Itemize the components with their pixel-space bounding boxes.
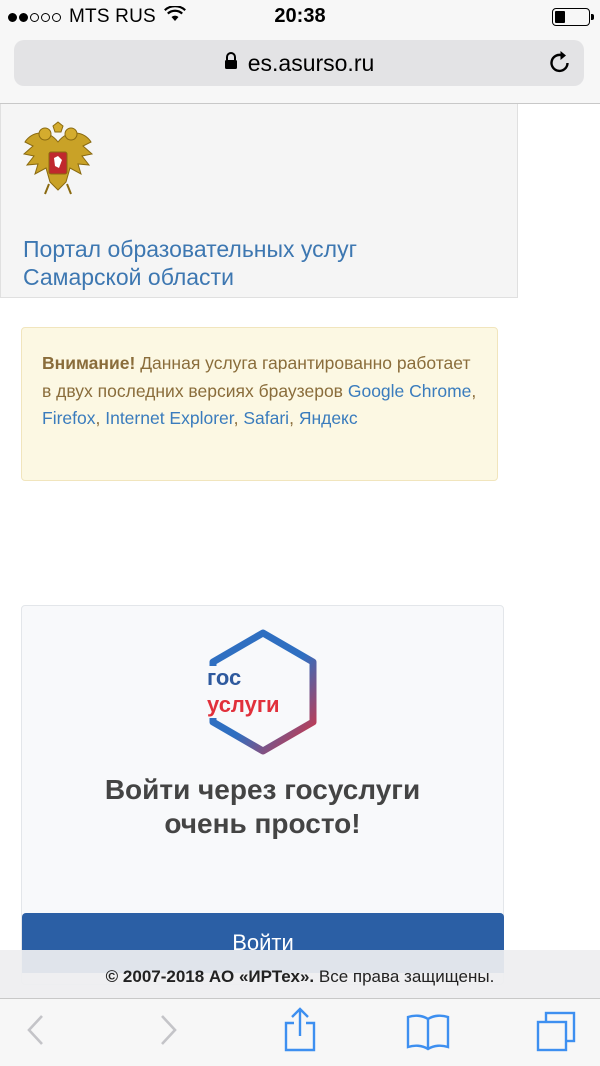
browser-link-chrome[interactable]: Google Chrome [348, 381, 472, 401]
browser-chrome: es.asurso.ru [0, 34, 600, 104]
browser-link-yandex[interactable]: Яндекс [299, 408, 358, 428]
browser-warning-alert: Внимание! Данная услуга гарантированно р… [21, 327, 498, 481]
address-bar[interactable]: es.asurso.ru [14, 40, 584, 86]
rights-text: Все права защищены. [318, 967, 495, 986]
back-icon[interactable] [25, 1013, 47, 1052]
alert-label: Внимание! [42, 353, 136, 373]
browser-link-safari[interactable]: Safari [243, 408, 289, 428]
gosuslugi-promo-text: Войти через госуслуги очень просто! [104, 774, 421, 839]
tabs-icon[interactable] [535, 1011, 577, 1058]
company-name: «ИРТех». [238, 967, 315, 986]
battery-icon [552, 8, 594, 26]
browser-link-firefox[interactable]: Firefox [42, 408, 95, 428]
url-text: es.asurso.ru [247, 50, 375, 76]
browser-link-ie[interactable]: Internet Explorer [105, 408, 233, 428]
bookmarks-icon[interactable] [406, 1013, 450, 1056]
clock: 20:38 [274, 5, 326, 27]
svg-text:услуги: услуги [207, 692, 280, 717]
share-icon[interactable] [282, 1007, 318, 1058]
reload-icon[interactable] [548, 49, 572, 80]
copyright-years: © 2007-2018 АО [105, 967, 235, 986]
forward-icon[interactable] [157, 1013, 179, 1052]
coat-of-arms-icon[interactable] [21, 120, 95, 205]
status-bar: MTS RUS 20:38 [0, 0, 600, 34]
site-header: Портал образовательных услуг Самарской о… [0, 104, 518, 298]
svg-text:гос: гос [207, 665, 241, 690]
portal-title[interactable]: Портал образовательных услуг Самарской о… [23, 235, 503, 291]
lock-icon [224, 52, 238, 75]
footer: © 2007-2018 АО «ИРТех». Все права защище… [0, 950, 600, 998]
gosuslugi-logo: гос услуги [203, 628, 323, 761]
safari-toolbar [0, 998, 600, 1066]
